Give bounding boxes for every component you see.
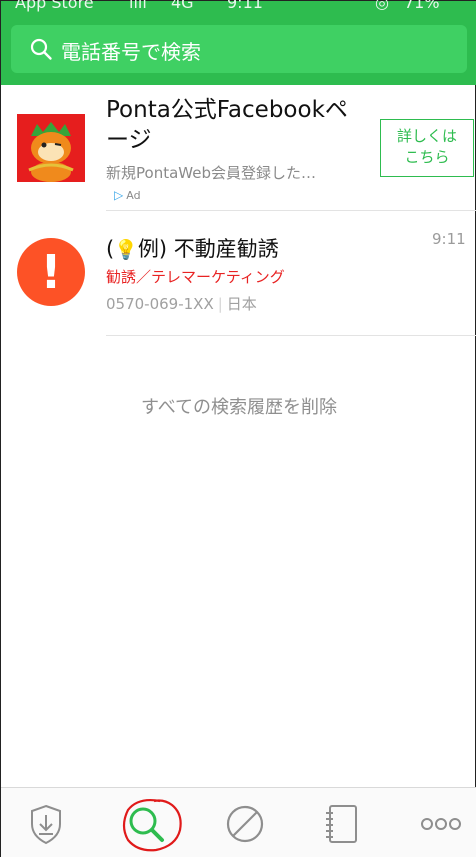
ad-description: 新規PontaWeb会員登録した… <box>106 164 316 182</box>
tab-more[interactable] <box>419 802 463 846</box>
clock: 9:11 <box>227 0 263 12</box>
ponta-mascot-image <box>17 114 85 182</box>
rotation-lock-icon: ◎ <box>375 0 389 12</box>
search-bar[interactable]: 電話番号で検索 <box>11 25 467 73</box>
tab-block[interactable] <box>223 802 267 846</box>
shield-download-icon <box>31 804 61 845</box>
tab-bar <box>1 787 476 857</box>
battery-percent: 71% <box>404 0 440 12</box>
delete-all-history-button[interactable]: すべての検索履歴を削除 <box>1 393 476 419</box>
tab-contacts[interactable] <box>320 802 364 846</box>
tab-protection[interactable] <box>24 802 68 846</box>
ad-details-button[interactable]: 詳しくは こちら <box>380 119 474 177</box>
lightbulb-icon: 💡 <box>114 239 138 261</box>
more-icon <box>421 818 461 830</box>
block-icon <box>226 805 264 843</box>
network-type: 4G <box>171 0 194 12</box>
ad-choices-icon: ▷ <box>114 188 124 202</box>
ad-details-label: 詳しくは こちら <box>396 127 457 166</box>
contacts-book-icon <box>326 805 357 843</box>
ad-title[interactable]: Ponta公式Facebookページ <box>106 95 366 155</box>
app-header: App Store ııll 4G 9:11 ◎ 71% 電話番号で検索 <box>1 0 476 85</box>
signal-icon: ııll <box>129 0 147 12</box>
annotation-circle <box>122 798 182 852</box>
search-input[interactable]: 電話番号で検索 <box>61 36 201 65</box>
ad-badge: ▷ Ad <box>114 188 141 202</box>
history-entry-number: 0570-069-1XX | 日本 <box>106 295 257 313</box>
divider <box>106 335 476 336</box>
alert-icon: ! <box>17 238 85 306</box>
status-bar: App Store ııll 4G 9:11 ◎ 71% <box>1 0 476 13</box>
back-to-app-store[interactable]: App Store <box>15 0 94 12</box>
history-entry-title[interactable]: (💡例) 不動産勧誘 <box>106 233 279 263</box>
search-icon <box>30 38 52 60</box>
history-entry-time: 9:11 <box>432 230 466 248</box>
ad-thumbnail[interactable] <box>17 114 85 182</box>
history-entry-category: 勧誘／テレマーケティング <box>106 268 285 286</box>
divider <box>106 210 476 211</box>
